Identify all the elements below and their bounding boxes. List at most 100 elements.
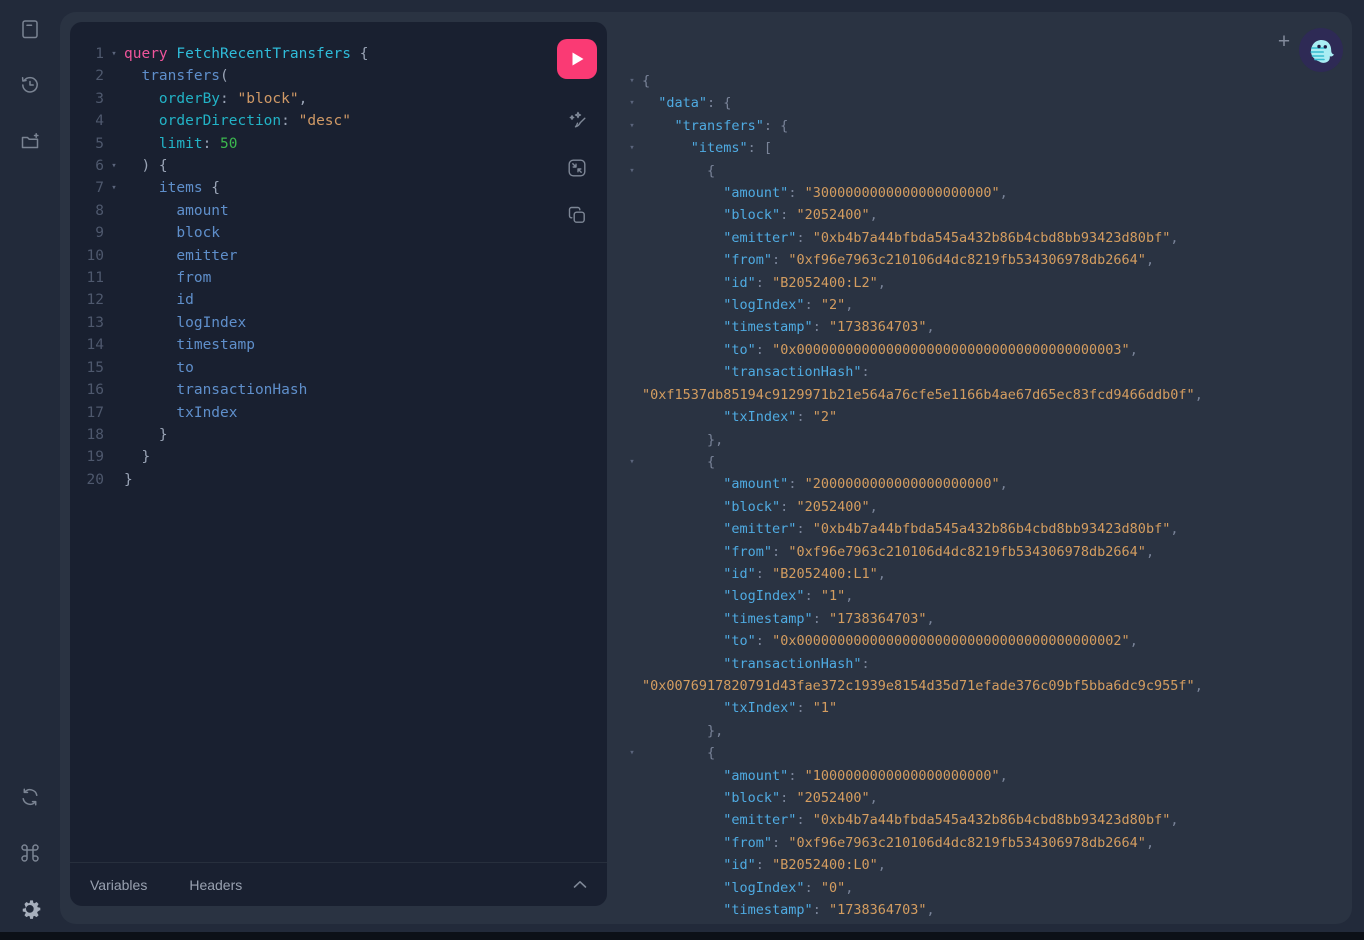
editor-code-line[interactable]: 19 } [86, 446, 549, 468]
fold-gutter [104, 110, 124, 132]
editor-code-line[interactable]: 9 block [86, 222, 549, 244]
editor-code-line[interactable]: 18 } [86, 424, 549, 446]
response-line: "block": "2052400", [622, 496, 1352, 518]
tab-headers[interactable]: Headers [189, 877, 242, 893]
fold-gutter [622, 765, 642, 787]
docs-icon[interactable] [0, 9, 60, 49]
history-icon[interactable] [0, 65, 60, 105]
fold-toggle-icon[interactable]: ▾ [622, 92, 642, 114]
response-line: ▾ { [622, 160, 1352, 182]
editor-code-line[interactable]: 12 id [86, 289, 549, 311]
fold-gutter [104, 200, 124, 222]
response-line: "block": "2052400", [622, 204, 1352, 226]
editor-code-line[interactable]: 17 txIndex [86, 402, 549, 424]
code-text: timestamp [124, 334, 255, 356]
editor-code-line[interactable]: 13 logIndex [86, 312, 549, 334]
fold-gutter [104, 65, 124, 87]
fold-toggle-icon[interactable]: ▾ [622, 160, 642, 182]
fold-gutter [622, 832, 642, 854]
fold-gutter [104, 222, 124, 244]
fold-gutter [622, 272, 642, 294]
refetch-icon[interactable] [0, 777, 60, 817]
fold-gutter [104, 402, 124, 424]
ghost-logo-avatar[interactable] [1299, 28, 1343, 72]
settings-gear-icon[interactable] [0, 889, 60, 929]
fold-gutter [622, 809, 642, 831]
response-line: ▾ { [622, 451, 1352, 473]
fold-toggle-icon[interactable]: ▾ [104, 155, 124, 177]
code-text: "items": [ [642, 137, 772, 159]
response-line: }, [622, 720, 1352, 742]
code-text: "timestamp": "1738364703", [642, 316, 935, 338]
fold-toggle-icon[interactable]: ▾ [622, 137, 642, 159]
line-number: 2 [86, 65, 104, 87]
response-line: ▾{ [622, 70, 1352, 92]
response-line: "logIndex": "0", [622, 877, 1352, 899]
merge-fragments-icon[interactable] [557, 144, 597, 191]
tab-variables[interactable]: Variables [90, 877, 147, 893]
code-text: "timestamp": "1738364703", [642, 608, 935, 630]
editor-code-line[interactable]: 8 amount [86, 200, 549, 222]
fold-gutter [622, 339, 642, 361]
chevron-up-icon[interactable] [573, 880, 587, 889]
fold-gutter [104, 424, 124, 446]
code-text: "id": "B2052400:L0", [642, 854, 886, 876]
line-number: 9 [86, 222, 104, 244]
folder-plus-icon[interactable] [0, 121, 60, 161]
editor-code-line[interactable]: 20} [86, 469, 549, 491]
editor-code-line[interactable]: 14 timestamp [86, 334, 549, 356]
prettify-icon[interactable] [557, 97, 597, 144]
fold-toggle-icon[interactable]: ▾ [104, 177, 124, 199]
fold-gutter [104, 267, 124, 289]
code-text: } [124, 424, 168, 446]
query-editor[interactable]: 1▾query FetchRecentTransfers {2 transfer… [86, 43, 549, 860]
bottom-strip [0, 932, 1364, 940]
editor-code-line[interactable]: 7▾ items { [86, 177, 549, 199]
line-number: 3 [86, 88, 104, 110]
code-text: transactionHash [124, 379, 307, 401]
editor-code-line[interactable]: 6▾ ) { [86, 155, 549, 177]
fold-toggle-icon[interactable]: ▾ [622, 742, 642, 764]
response-line: "id": "B2052400:L0", [622, 854, 1352, 876]
fold-gutter [622, 608, 642, 630]
fold-gutter [622, 227, 642, 249]
editor-code-line[interactable]: 2 transfers( [86, 65, 549, 87]
fold-toggle-icon[interactable]: ▾ [622, 451, 642, 473]
copy-query-icon[interactable] [557, 191, 597, 238]
editor-code-line[interactable]: 1▾query FetchRecentTransfers { [86, 43, 549, 65]
code-text: "timestamp": "1738364703", [642, 899, 935, 921]
code-text: "block": "2052400", [642, 496, 878, 518]
editor-code-line[interactable]: 5 limit: 50 [86, 133, 549, 155]
response-line: "id": "B2052400:L1", [622, 563, 1352, 585]
line-number: 19 [86, 446, 104, 468]
code-text: "block": "2052400", [642, 787, 878, 809]
code-text: block [124, 222, 220, 244]
code-text: } [124, 469, 133, 491]
keyboard-shortcuts-icon[interactable] [0, 833, 60, 873]
fold-gutter [104, 289, 124, 311]
response-line: "id": "B2052400:L2", [622, 272, 1352, 294]
code-text: logIndex [124, 312, 246, 334]
execute-query-button[interactable] [557, 39, 597, 79]
fold-toggle-icon[interactable]: ▾ [622, 115, 642, 137]
add-tab-button[interactable]: + [1272, 30, 1296, 54]
code-text: "data": { [642, 92, 731, 114]
editor-code-line[interactable]: 10 emitter [86, 245, 549, 267]
editor-code-line[interactable]: 3 orderBy: "block", [86, 88, 549, 110]
editor-code-line[interactable]: 15 to [86, 357, 549, 379]
code-text: }, [642, 429, 723, 451]
code-text: items { [124, 177, 220, 199]
code-text: { [642, 70, 650, 92]
fold-toggle-icon[interactable]: ▾ [622, 70, 642, 92]
code-text: limit: 50 [124, 133, 238, 155]
editor-code-line[interactable]: 16 transactionHash [86, 379, 549, 401]
line-number: 11 [86, 267, 104, 289]
fold-toggle-icon[interactable]: ▾ [104, 43, 124, 65]
response-line: "timestamp": "1738364703", [622, 899, 1352, 921]
editor-code-line[interactable]: 4 orderDirection: "desc" [86, 110, 549, 132]
response-line: "0x0076917820791d43fae372c1939e8154d35d7… [622, 675, 1352, 697]
fold-gutter [622, 877, 642, 899]
query-editor-card: 1▾query FetchRecentTransfers {2 transfer… [70, 22, 607, 906]
editor-code-line[interactable]: 11 from [86, 267, 549, 289]
line-number: 15 [86, 357, 104, 379]
